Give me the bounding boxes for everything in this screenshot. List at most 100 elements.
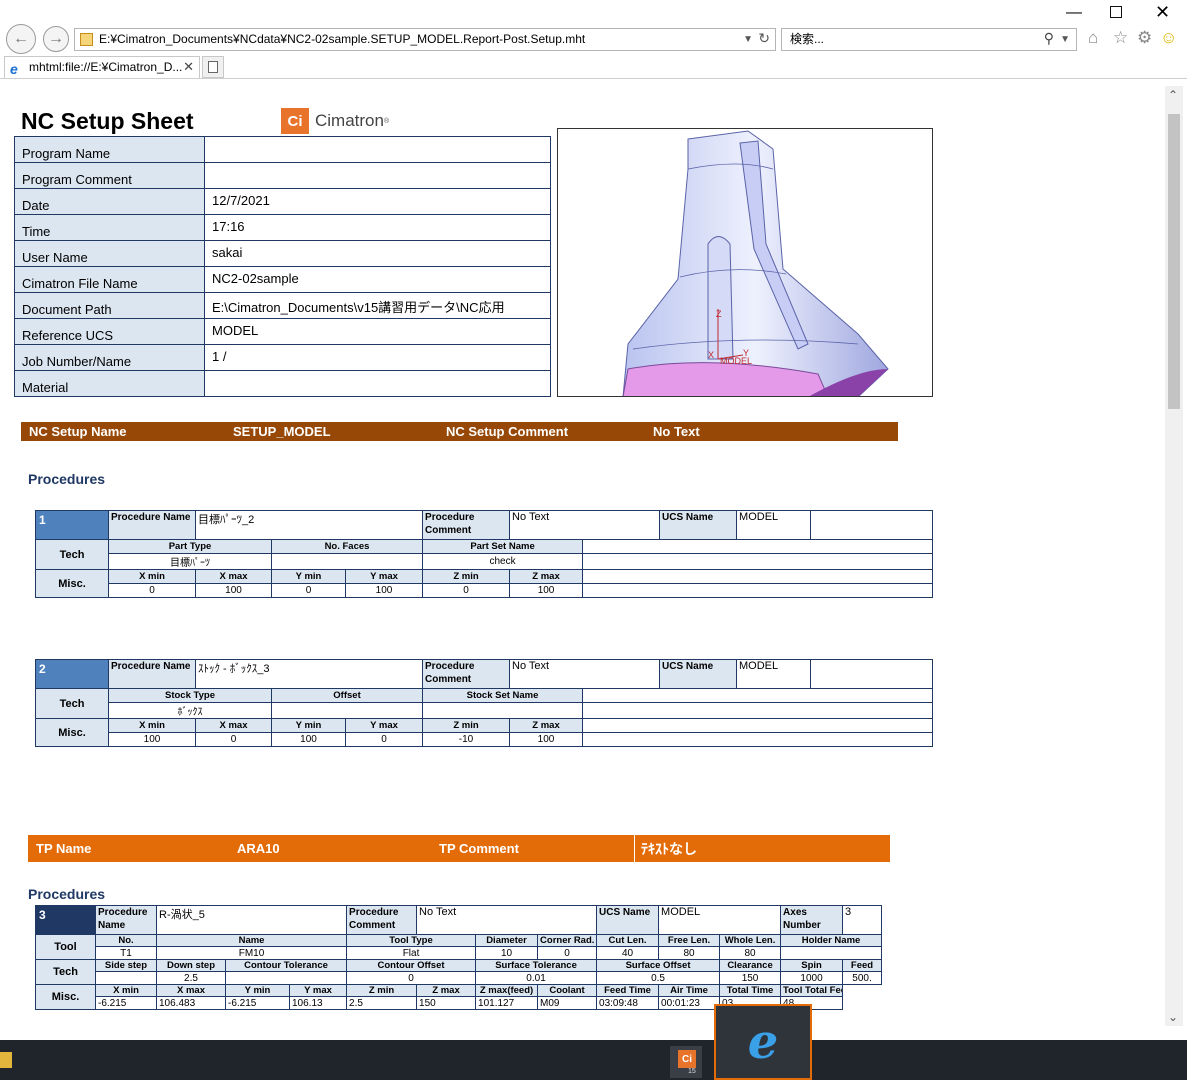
tool-value: Flat — [346, 946, 477, 960]
page-icon — [80, 33, 93, 46]
misc-value: 106.483 — [156, 996, 226, 1010]
info-value: 12/7/2021 — [204, 188, 551, 215]
browser-tab[interactable]: e mhtml:file://E:¥Cimatron_D... ✕ — [4, 56, 200, 78]
cimatron-taskbar-button[interactable]: Ci 15 — [670, 1046, 702, 1078]
refresh-icon[interactable]: ↻ — [758, 29, 770, 49]
misc-column-header: Z max — [509, 569, 584, 584]
info-value: MODEL — [204, 318, 551, 345]
procedure-header-row: 1 Procedure Name 目標ﾊﾟｰﾂ_2 Procedure Comment… — [35, 510, 934, 540]
misc-value: 0 — [422, 583, 511, 598]
forward-button[interactable]: → — [43, 26, 69, 52]
tech-value: 2.5 — [156, 971, 226, 985]
tech-column-header: Down step — [156, 959, 226, 972]
empty-cell — [810, 659, 934, 689]
misc-value: 0 — [108, 583, 196, 598]
setup-header-bar: NC Setup Name SETUP_MODEL NC Setup Comme… — [21, 422, 898, 441]
tech-column-header: Contour Tolerance — [224, 959, 348, 972]
procedure-comment-value: No Text — [509, 510, 661, 540]
address-bar[interactable]: E:¥Cimatron_Documents¥NCdata¥NC2-02sampl… — [74, 28, 776, 51]
search-input[interactable]: 検索... ⚲ ▼ — [781, 28, 1077, 51]
info-label: Time — [14, 214, 205, 241]
logo-text: Cimatron — [315, 111, 384, 130]
misc-column-header: Z min — [422, 718, 511, 733]
procedure-table-2: 2 Procedure Name ｽﾄｯｸ - ﾎﾞｯｸｽ_3 Procedure C… — [35, 659, 934, 747]
info-value: NC2-02sample — [204, 266, 551, 293]
trademark-icon: ® — [383, 117, 390, 125]
tech-label: Tech — [35, 539, 109, 570]
empty-cell — [582, 553, 934, 570]
close-icon[interactable]: ✕ — [183, 57, 194, 77]
tech-value-row: ﾎﾞｯｸｽ — [36, 702, 934, 719]
star-icon[interactable]: ☆ — [1113, 28, 1128, 48]
misc-header-row: Misc. X min X max Y min Y max Z min Z max — [35, 569, 934, 598]
minimize-button[interactable]: — — [1066, 4, 1082, 22]
chevron-up-icon[interactable]: ⌃ — [1168, 88, 1178, 102]
tool-value: T1 — [95, 946, 157, 960]
misc-column-header: Z max — [509, 718, 584, 733]
chevron-down-icon[interactable]: ⌄ — [1168, 1010, 1178, 1024]
info-row: Document Path E:\Cimatron_Documents\v15講習… — [14, 292, 551, 319]
info-label: Document Path — [14, 292, 205, 319]
ie-taskbar-button[interactable]: e — [714, 1004, 812, 1080]
tech-value: 500. — [842, 971, 882, 985]
tp-name-value: ARA10 — [237, 841, 280, 856]
maximize-button[interactable] — [1110, 6, 1122, 18]
part-model-render: Z X Y MODEL — [622, 130, 889, 396]
tool-value: 10 — [475, 946, 539, 960]
cimatron-logo: Ci Cimatron ® — [281, 108, 389, 134]
misc-value: 100 — [509, 732, 584, 747]
divider — [0, 78, 1187, 79]
ucs-name-value: MODEL — [736, 659, 812, 689]
misc-value: 2.5 — [346, 996, 418, 1010]
tech-label: Tech — [35, 959, 96, 985]
info-label: Cimatron File Name — [14, 266, 205, 293]
misc-value: 101.127 — [475, 996, 539, 1010]
tool-value: 40 — [596, 946, 660, 960]
empty-cell — [582, 702, 934, 719]
gear-icon[interactable]: ⚙ — [1137, 28, 1152, 48]
tech-column-header: Surface Offset — [596, 959, 721, 972]
tech-column-header: Feed — [842, 959, 882, 972]
tech-value — [270, 702, 424, 719]
procedure-comment-value: No Text — [416, 905, 598, 935]
tool-value: 0 — [537, 946, 598, 960]
empty-cell — [582, 718, 934, 733]
scrollbar-thumb[interactable] — [1168, 114, 1180, 409]
info-label: Job Number/Name — [14, 344, 205, 371]
smiley-icon[interactable]: ☺ — [1160, 28, 1177, 48]
vertical-scrollbar[interactable]: ⌃ ⌄ — [1165, 86, 1183, 1026]
info-label: Material — [14, 370, 205, 397]
tech-column-header: Part Type — [108, 539, 272, 554]
home-icon[interactable]: ⌂ — [1088, 28, 1098, 48]
folder-icon[interactable] — [0, 1052, 12, 1068]
ucs-name-label: UCS Name — [659, 510, 738, 540]
tech-column-header: Side step — [95, 959, 157, 972]
tech-column-header: Stock Set Name — [422, 688, 584, 703]
procedure-name-label: Procedure Name — [95, 905, 157, 935]
tech-value: 150 — [719, 971, 782, 985]
new-tab-button[interactable] — [202, 56, 224, 78]
procedure-header-row: 3 Procedure Name R-渦状_5 Procedure Comment No… — [35, 905, 882, 935]
tech-value: 目標ﾊﾟｰﾂ — [108, 553, 272, 570]
misc-label: Misc. — [35, 984, 96, 1010]
misc-value: -6.215 — [225, 996, 290, 1010]
misc-column-header: Z max(feed) — [475, 984, 539, 997]
back-button[interactable]: ← — [6, 24, 36, 54]
tool-label: Tool — [35, 934, 96, 960]
dropdown-icon[interactable]: ▼ — [1060, 29, 1070, 50]
info-row: Time 17:16 — [14, 214, 551, 241]
tech-value — [270, 553, 424, 570]
search-icon[interactable]: ⚲ — [1044, 28, 1054, 49]
ucs-name-label: UCS Name — [659, 659, 738, 689]
misc-value: M09 — [537, 996, 598, 1010]
misc-column-header: Y min — [225, 984, 290, 997]
close-button[interactable]: ✕ — [1155, 2, 1170, 23]
procedure-table-3: 3 Procedure Name R-渦状_5 Procedure Comment No… — [35, 905, 882, 1010]
dropdown-icon[interactable]: ▼ — [743, 29, 753, 50]
tech-column-header: Offset — [270, 688, 424, 703]
tool-value — [780, 946, 882, 960]
procedure-comment-value: No Text — [509, 659, 661, 689]
misc-header-row: Misc. X min X max Y min Y max Z min Z max — [35, 718, 934, 747]
tp-name-label: TP Name — [36, 841, 92, 856]
tool-column-header: Name — [155, 934, 348, 947]
